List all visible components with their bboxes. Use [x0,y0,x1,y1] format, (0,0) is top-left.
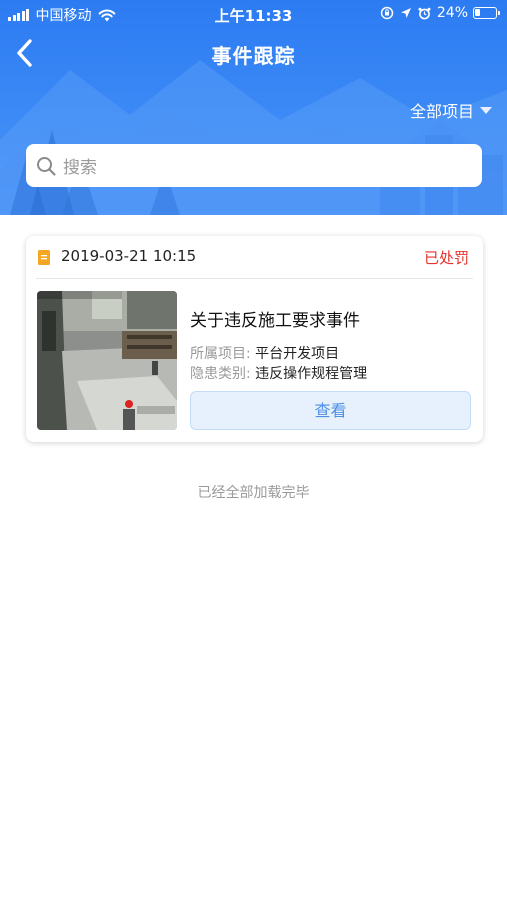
event-status-badge: 已处罚 [423,249,469,267]
search-placeholder: 搜索 [63,158,97,178]
event-card[interactable]: 2019-03-21 10:15 已处罚 关于违反施工要求事件 所属项目: 平台… [26,236,483,442]
battery-icon [473,7,500,19]
status-bar: 中国移动 上午11:33 24% [0,0,507,28]
alarm-icon [418,7,431,19]
card-divider [36,278,473,279]
event-tracking-page: 中国移动 上午11:33 24% 事件跟踪 全部项目 搜索 2019-03-21… [0,0,507,900]
project-filter-dropdown[interactable]: 全部项目 [410,98,492,122]
battery-level [475,9,480,16]
event-card-header: 2019-03-21 10:15 已处罚 [26,236,483,278]
event-photo-thumbnail[interactable] [37,291,177,430]
event-datetime: 2019-03-21 10:15 [61,247,197,265]
document-icon [38,250,50,265]
search-icon [37,156,56,176]
event-project-value: 平台开发项目 [255,346,340,362]
project-filter-label: 全部项目 [409,102,474,121]
rotation-lock-icon [380,6,394,20]
battery-percent: 24% [436,5,468,21]
page-title: 事件跟踪 [211,44,296,68]
status-bar-right: 24% [380,5,500,21]
event-project-row: 所属项目: 平台开发项目 [190,343,339,363]
event-project-label: 所属项目: [190,346,251,362]
event-title: 关于违反施工要求事件 [190,311,360,331]
location-icon [400,8,411,18]
view-button[interactable]: 查看 [190,391,471,430]
event-hazard-row: 隐患类别: 违反操作规程管理 [190,363,367,383]
dropdown-caret-icon [480,106,492,114]
event-hazard-label: 隐患类别: [190,366,251,382]
search-input[interactable]: 搜索 [26,144,482,187]
header: 中国移动 上午11:33 24% 事件跟踪 全部项目 搜索 [0,0,507,215]
load-complete-note: 已经全部加载完毕 [197,485,310,501]
event-hazard-value: 违反操作规程管理 [255,366,368,382]
